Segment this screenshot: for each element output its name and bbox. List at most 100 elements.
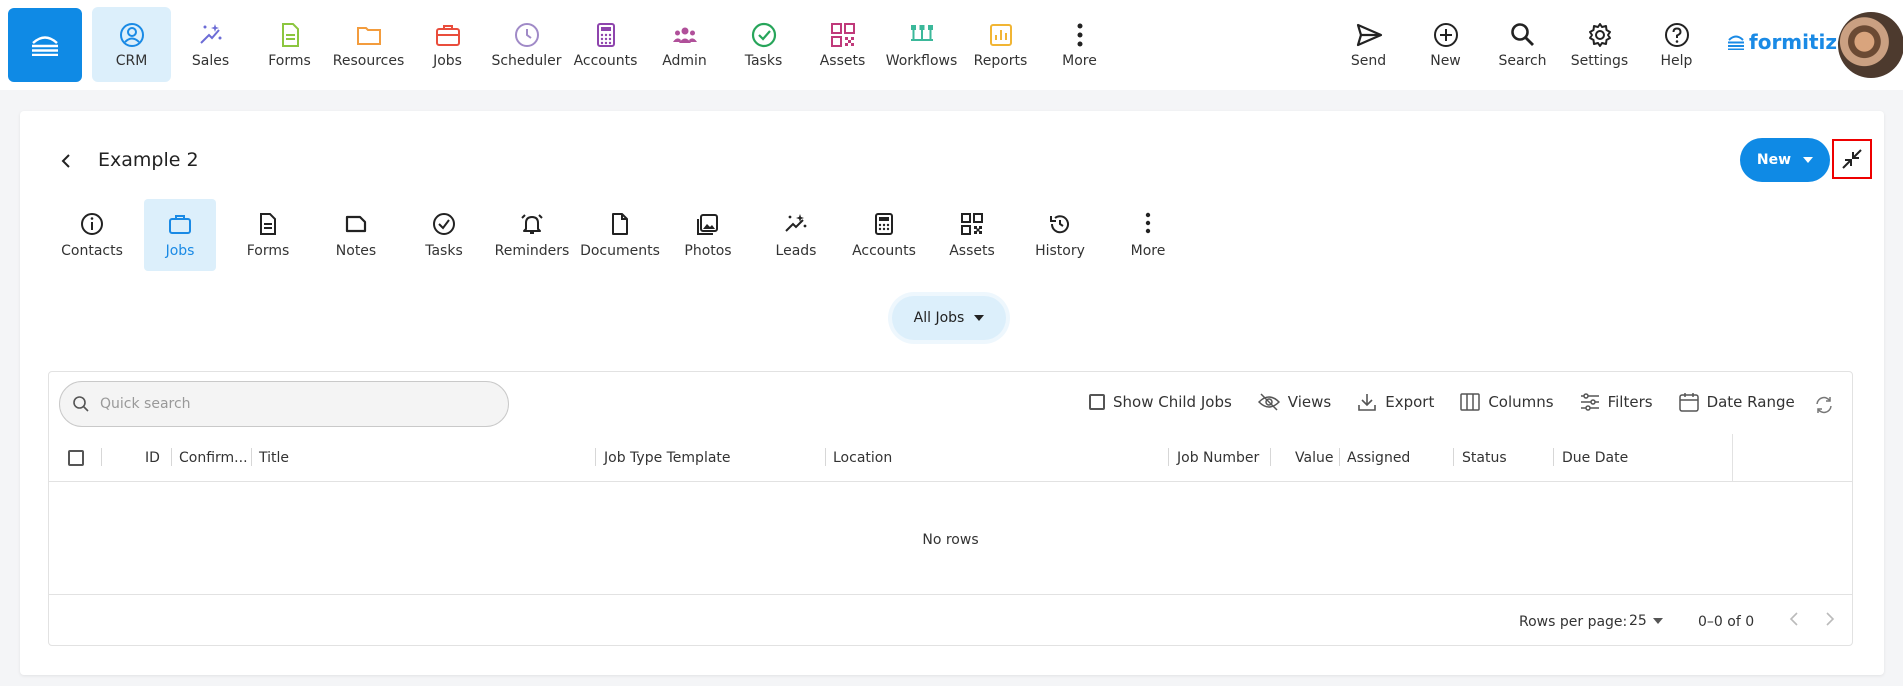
- tab-label: Documents: [580, 243, 660, 259]
- grid-header-row: ID Confirm... Title Job Type Template Lo…: [49, 434, 1852, 482]
- tab-reminders[interactable]: Reminders: [488, 199, 576, 271]
- column-header-location[interactable]: Location: [833, 450, 892, 466]
- chevron-left-icon: [61, 154, 70, 168]
- nav-accounts[interactable]: Accounts: [566, 7, 645, 82]
- refresh-button[interactable]: [1814, 395, 1834, 419]
- export-label: Export: [1385, 393, 1435, 411]
- nav-label: Sales: [191, 52, 230, 69]
- tab-more[interactable]: More: [1104, 199, 1192, 271]
- column-header-assigned[interactable]: Assigned: [1347, 450, 1410, 466]
- grid-toolbar: Show Child Jobs Views Export Columns Fil…: [1089, 392, 1795, 412]
- tab-accounts[interactable]: Accounts: [840, 199, 928, 271]
- quick-search-input[interactable]: [100, 396, 480, 412]
- column-separator: [1270, 448, 1271, 466]
- tab-jobs[interactable]: Jobs: [144, 199, 216, 271]
- tab-notes[interactable]: Notes: [312, 199, 400, 271]
- nav-sales[interactable]: Sales: [171, 7, 250, 82]
- tab-tasks[interactable]: Tasks: [400, 199, 488, 271]
- nav-crm[interactable]: CRM: [92, 7, 171, 82]
- views-button[interactable]: Views: [1257, 393, 1331, 411]
- tab-leads[interactable]: Leads: [752, 199, 840, 271]
- job-filter-dropdown[interactable]: All Jobs: [892, 296, 1006, 340]
- nav-reports[interactable]: Reports: [961, 7, 1040, 82]
- nav-label: Search: [1498, 52, 1547, 69]
- nav-send[interactable]: Send: [1330, 7, 1407, 82]
- jobs-grid: Show Child Jobs Views Export Columns Fil…: [48, 371, 1853, 646]
- columns-button[interactable]: Columns: [1460, 393, 1554, 411]
- nav-resources[interactable]: Resources: [329, 7, 408, 82]
- nav-admin[interactable]: Admin: [645, 7, 724, 82]
- briefcase-icon: [435, 24, 460, 46]
- column-header-status[interactable]: Status: [1462, 450, 1507, 466]
- gear-icon: [1588, 22, 1611, 47]
- check-circle-icon: [751, 22, 776, 47]
- pagination-range: 0–0 of 0: [1698, 614, 1755, 630]
- new-button-label: New: [1756, 152, 1792, 168]
- filters-button[interactable]: Filters: [1580, 393, 1653, 411]
- home-button[interactable]: [8, 8, 82, 82]
- eye-off-icon: [1257, 393, 1280, 411]
- bar-chart-icon: [989, 23, 1012, 46]
- nav-forms[interactable]: Forms: [250, 7, 329, 82]
- chevron-left-icon: [1789, 612, 1798, 626]
- document-icon: [260, 213, 276, 235]
- document-icon: [281, 22, 299, 47]
- show-child-jobs-toggle[interactable]: Show Child Jobs: [1089, 393, 1232, 411]
- tab-history[interactable]: History: [1016, 199, 1104, 271]
- nav-label: Help: [1660, 52, 1693, 69]
- previous-page-button[interactable]: [1789, 612, 1799, 630]
- column-header-job-number[interactable]: Job Number: [1177, 450, 1259, 466]
- date-range-button[interactable]: Date Range: [1678, 392, 1795, 412]
- nav-help[interactable]: Help: [1638, 7, 1715, 82]
- nav-label: Admin: [662, 52, 707, 69]
- more-vertical-icon: [1077, 23, 1082, 46]
- nav-search[interactable]: Search: [1484, 7, 1561, 82]
- nav-tasks[interactable]: Tasks: [724, 7, 803, 82]
- collapse-button[interactable]: [1832, 139, 1872, 179]
- nav-new[interactable]: New: [1407, 7, 1484, 82]
- column-header-id[interactable]: ID: [145, 450, 160, 466]
- bell-icon: [521, 214, 543, 234]
- user-avatar[interactable]: [1838, 12, 1903, 78]
- nav-workflows[interactable]: Workflows: [882, 7, 961, 82]
- record-tabs: Contacts Jobs Forms Notes Tasks Reminder…: [48, 199, 1192, 271]
- nav-assets[interactable]: Assets: [803, 7, 882, 82]
- formitize-logo[interactable]: formitize: [1727, 30, 1851, 54]
- back-button[interactable]: [54, 149, 78, 173]
- rows-per-page-label: Rows per page:: [1519, 614, 1628, 630]
- tab-label: Accounts: [852, 243, 916, 259]
- users-icon: [672, 27, 697, 43]
- tab-documents[interactable]: Documents: [576, 199, 664, 271]
- export-button[interactable]: Export: [1357, 392, 1434, 412]
- history-icon: [1050, 215, 1069, 234]
- nav-more[interactable]: More: [1040, 7, 1119, 82]
- column-header-job-type-template[interactable]: Job Type Template: [604, 450, 731, 466]
- tab-assets[interactable]: Assets: [928, 199, 1016, 271]
- column-separator: [1453, 448, 1454, 466]
- nav-settings[interactable]: Settings: [1561, 7, 1638, 82]
- column-header-value[interactable]: Value: [1295, 450, 1333, 466]
- column-separator: [825, 448, 826, 466]
- column-header-title[interactable]: Title: [259, 450, 289, 466]
- select-all-checkbox[interactable]: [68, 450, 84, 466]
- nav-scheduler[interactable]: Scheduler: [487, 7, 566, 82]
- column-header-confirm[interactable]: Confirm...: [179, 450, 248, 466]
- tab-contacts[interactable]: Contacts: [48, 199, 136, 271]
- user-circle-icon: [119, 22, 144, 47]
- nav-label: Scheduler: [491, 52, 562, 69]
- column-separator: [101, 448, 102, 466]
- search-icon: [73, 396, 89, 412]
- tab-forms[interactable]: Forms: [224, 199, 312, 271]
- new-button[interactable]: New: [1740, 138, 1830, 182]
- tab-photos[interactable]: Photos: [664, 199, 752, 271]
- logo-text: formitize: [1749, 30, 1851, 54]
- nav-label: Reports: [973, 52, 1028, 69]
- show-child-jobs-checkbox[interactable]: [1089, 394, 1105, 410]
- nav-label: Accounts: [573, 52, 638, 69]
- column-header-due-date[interactable]: Due Date: [1562, 450, 1628, 466]
- rows-per-page-select[interactable]: 25: [1629, 613, 1663, 629]
- qr-code-icon: [961, 213, 983, 235]
- rows-per-page-value: 25: [1629, 613, 1647, 629]
- next-page-button[interactable]: [1825, 612, 1835, 630]
- nav-jobs[interactable]: Jobs: [408, 7, 487, 82]
